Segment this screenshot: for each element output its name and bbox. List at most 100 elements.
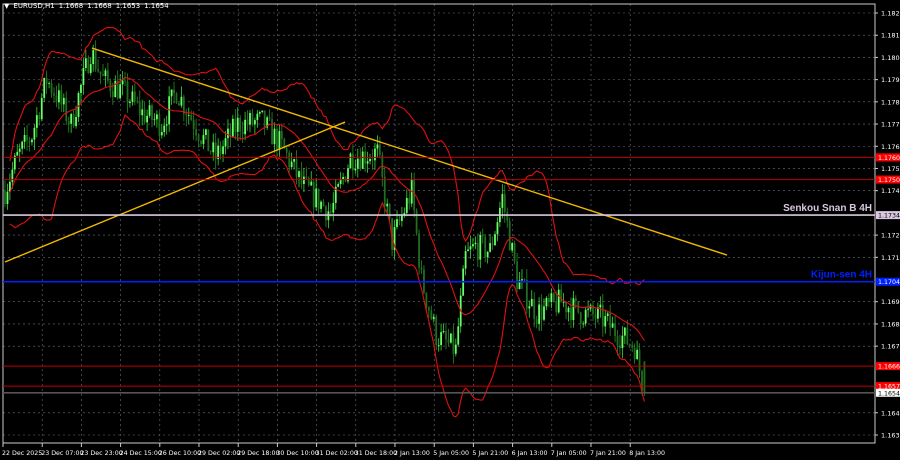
- candle-bear: [111, 91, 114, 98]
- y-tick-label: 1.1695: [881, 298, 900, 306]
- candle-bull: [236, 117, 239, 132]
- x-tick-label: 5 Jan 21:00: [472, 450, 508, 457]
- candle-bear: [516, 261, 518, 290]
- candle-bull: [75, 116, 77, 127]
- candle-bear: [209, 151, 212, 153]
- candle-bear: [124, 80, 126, 82]
- chart-title: ▼ EURUSD,H1 1.1668 1.1668 1.1653 1.1654: [4, 2, 173, 10]
- candle-bull: [249, 112, 251, 125]
- price-label: 1.1750: [878, 177, 900, 184]
- candle-bull: [623, 327, 626, 336]
- candle-bear: [628, 344, 631, 346]
- y-tick-label: 1.1755: [881, 165, 900, 173]
- candle-bull: [349, 153, 352, 169]
- x-tick-label: 5 Jan 05:00: [433, 450, 469, 457]
- candle-bear: [295, 159, 298, 178]
- candle-bear: [26, 134, 28, 141]
- candle-bear: [97, 69, 99, 72]
- candle-bull: [18, 148, 21, 152]
- candle-bull: [104, 70, 107, 76]
- candles: [4, 40, 646, 396]
- y-tick-label: 1.1805: [881, 54, 900, 62]
- candle-bear: [435, 316, 438, 346]
- candle-bear: [594, 314, 597, 319]
- candle-bull: [611, 323, 614, 328]
- y-tick-label: 1.1645: [881, 409, 900, 417]
- candle-bear: [200, 140, 202, 144]
- candle-bull: [479, 234, 482, 260]
- candle-bull: [587, 308, 589, 310]
- candle-bull: [40, 97, 43, 120]
- candle-bull: [538, 304, 540, 324]
- candle-bear: [305, 176, 308, 178]
- candle-bull: [222, 146, 224, 155]
- candle-bear: [276, 128, 278, 151]
- price-chart[interactable]: 1.1825 1.1815 1.1805 1.1795 1.1785 1.1775 1.17…: [0, 0, 900, 460]
- candle-bear: [560, 289, 563, 303]
- candle-bear: [631, 344, 634, 348]
- candle-bear: [523, 279, 526, 280]
- candle-bear: [418, 233, 420, 268]
- candle-bear: [513, 243, 516, 262]
- candle-bear: [408, 198, 411, 204]
- candle-bull: [92, 50, 95, 65]
- collapse-triangle-icon[interactable]: ▼: [4, 2, 9, 10]
- candle-bull: [131, 91, 134, 102]
- candle-bear: [484, 236, 487, 258]
- candle-bull: [437, 344, 440, 346]
- candle-bear: [491, 243, 494, 246]
- candle-bear: [552, 293, 555, 301]
- candle-bull: [472, 244, 474, 247]
- y-tick-label: 1.1795: [881, 76, 900, 84]
- candle-bull: [474, 242, 477, 245]
- candle-bear: [55, 95, 58, 103]
- candle-bear: [87, 58, 90, 73]
- candle-bear: [317, 188, 320, 209]
- candle-bear: [280, 131, 283, 139]
- candle-bear: [136, 101, 139, 103]
- bollinger-upper: [9, 27, 645, 286]
- candle-bull: [224, 138, 227, 147]
- x-tick-label: 2 Jan 13:00: [394, 450, 430, 457]
- candle-bull: [432, 316, 435, 320]
- candle-bull: [205, 129, 207, 135]
- candle-bull: [48, 83, 50, 84]
- candle-bear: [378, 144, 381, 156]
- candle-bull: [163, 125, 166, 132]
- candle-bear: [178, 103, 180, 106]
- candle-bull: [33, 127, 36, 140]
- candle-bull: [621, 335, 624, 349]
- plot-frame: [2, 3, 876, 444]
- candle-bear: [219, 145, 222, 155]
- candle-bull: [278, 131, 281, 151]
- candle-bear: [574, 298, 577, 301]
- candle-bear: [133, 91, 136, 102]
- candle-bear: [300, 171, 303, 184]
- candle-bear: [45, 77, 48, 84]
- candle-bull: [454, 344, 457, 354]
- x-tick-label: 31 Dec 02:00: [316, 450, 358, 457]
- candle-bull: [366, 161, 369, 164]
- candle-bull: [202, 134, 205, 144]
- candle-bear: [579, 312, 582, 324]
- candle-bull: [457, 326, 460, 345]
- candle-bull: [6, 191, 9, 205]
- candle-bear: [329, 211, 332, 213]
- x-tick-label: 22 Dec 2025: [2, 450, 42, 457]
- candle-bull: [582, 323, 585, 325]
- x-tick-label: 7 Jan 05:00: [551, 450, 587, 457]
- y-tick-label: 1.1825: [881, 10, 900, 18]
- candle-bull: [530, 298, 533, 307]
- candle-bear: [234, 118, 237, 132]
- candle-bear: [525, 279, 528, 309]
- candle-bear: [481, 234, 484, 237]
- candle-bull: [597, 307, 599, 319]
- price-label: 1.1654: [878, 390, 900, 397]
- candle-bull: [82, 67, 85, 85]
- candle-bull: [156, 114, 158, 120]
- candle-bull: [567, 307, 570, 313]
- candle-bull: [511, 243, 514, 251]
- price-label: 1.1704: [878, 279, 900, 286]
- candle-bull: [23, 134, 26, 142]
- y-tick-label: 1.1785: [881, 98, 900, 106]
